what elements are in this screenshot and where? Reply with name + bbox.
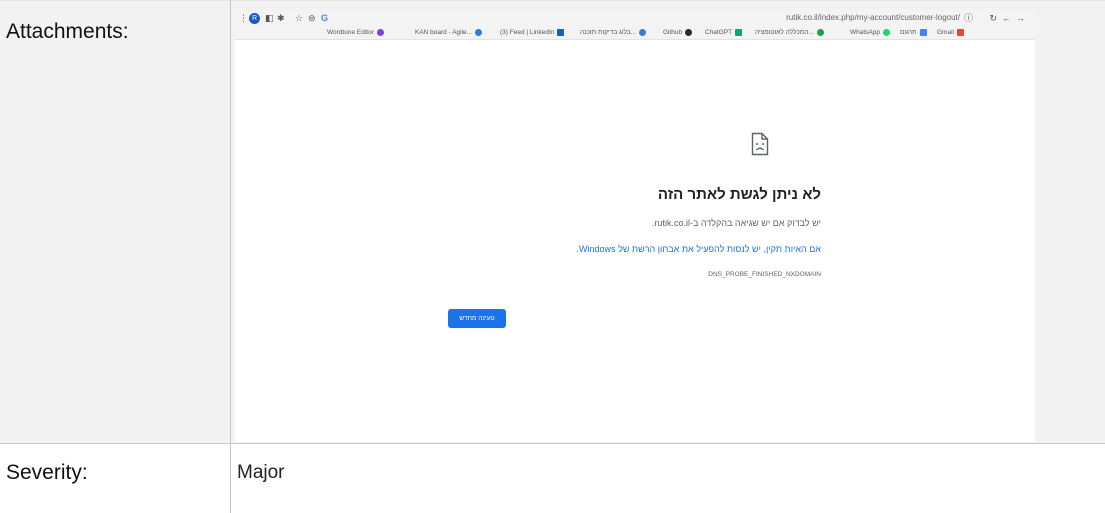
google-icon: G [321, 13, 329, 23]
error-title: לא ניתן לגשת לאתר הזה [657, 186, 821, 203]
column-divider [230, 0, 231, 513]
bookmark-translate: תרגום [900, 27, 927, 39]
bookmark-star-icon: ☆ [295, 13, 304, 23]
forward-icon: ← [1002, 13, 1011, 23]
back-icon: → [1016, 13, 1025, 23]
info-icon: ⓘ [963, 13, 973, 23]
row-divider [0, 443, 1105, 444]
bookmark-wordtune: Wordtune Editor [327, 27, 384, 39]
error-typo-hint: יש לבדוק אם יש שגיאה בהקלדה ב-rutik.co.i… [651, 218, 821, 228]
bookmark-linkedin: (3) Feed | LinkedIn [500, 27, 565, 39]
extension-icon: ✱ [277, 13, 285, 23]
reload-icon: ↻ [989, 13, 997, 23]
bookmark-chatgpt: ChatGPT [705, 27, 743, 39]
bookmark-testing-blog: בלוג בדיקות תוכנה... [580, 27, 647, 39]
error-code: DNS_PROBE_FINISHED_NXDOMAIN [708, 271, 821, 278]
address-bar-url: rutik.co.il/index.php/my-account/custome… [786, 13, 960, 22]
bookmark-kanboard: KAN board - Agile... [415, 27, 483, 39]
network-diagnostics-link[interactable]: אם האיות תקין, יש לנסות להפעיל את אבחון … [577, 244, 821, 254]
site-info-icon: ⊜ [308, 13, 316, 23]
browser-toolbar: ⋮ R ◧ ✱ ☆ ⊜ G rutik.co.il/index.php/my-a… [235, 10, 1035, 26]
severity-row: Severity: Major [0, 444, 1105, 513]
reload-button[interactable]: טעינה מחדש [448, 309, 506, 328]
severity-value: Major [237, 462, 285, 483]
profile-avatar: R [249, 13, 260, 24]
sidebar-icon: ◧ [265, 13, 274, 23]
bookmark-whatsapp: WhatsApp [850, 27, 890, 39]
severity-value-cell: Major [231, 444, 1105, 513]
severity-label: Severity: [6, 461, 88, 484]
attachments-row: Attachments: ⋮ R ◧ ✱ ☆ ⊜ G rutik.co.il/i… [0, 0, 1105, 444]
menu-dots-icon: ⋮ [239, 13, 248, 23]
table-top-border [0, 0, 1105, 1]
defect-details-table: Attachments: ⋮ R ◧ ✱ ☆ ⊜ G rutik.co.il/i… [0, 0, 1105, 513]
bookmark-github: Github [663, 27, 693, 39]
severity-label-cell: Severity: [0, 444, 230, 513]
attachments-label-cell: Attachments: [0, 0, 230, 444]
bookmarks-bar: Wordtune Editor KAN board - Agile... (3)… [235, 26, 1035, 40]
bookmark-automation-college: המכללה לאוטומציה... [755, 27, 824, 39]
sad-page-icon [751, 132, 769, 156]
attachment-screenshot[interactable]: ⋮ R ◧ ✱ ☆ ⊜ G rutik.co.il/index.php/my-a… [235, 10, 1035, 442]
attachments-label: Attachments: [6, 20, 129, 43]
bookmark-gmail: Gmail [937, 27, 964, 39]
attachments-value-cell: ⋮ R ◧ ✱ ☆ ⊜ G rutik.co.il/index.php/my-a… [231, 0, 1105, 444]
